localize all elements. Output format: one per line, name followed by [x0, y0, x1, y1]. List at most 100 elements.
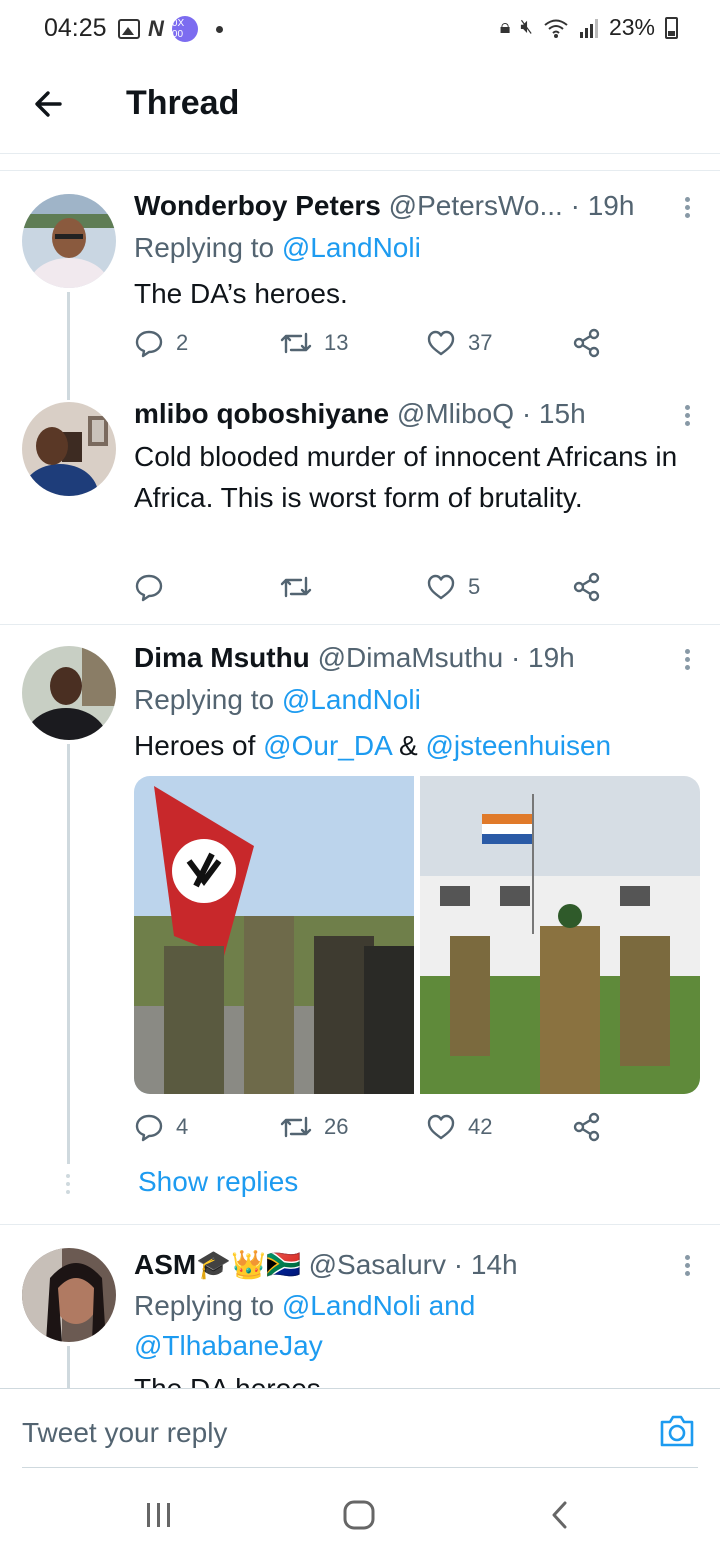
- reply-input[interactable]: Tweet your reply: [22, 1417, 227, 1449]
- home-icon[interactable]: [342, 1500, 376, 1530]
- replying-prefix: Replying to: [134, 232, 282, 263]
- mention-link[interactable]: @LandNoli and: [282, 1290, 475, 1321]
- tweet-header: Wonderboy Peters @PetersWo... · 19h: [134, 190, 660, 222]
- like-button[interactable]: 5: [426, 572, 480, 602]
- camera-icon[interactable]: [658, 1413, 696, 1449]
- app-header: Thread: [0, 60, 720, 154]
- tweet-header: mlibo qoboshiyane @MliboQ · 15h: [134, 398, 660, 430]
- more-options-icon[interactable]: [682, 194, 692, 221]
- media-image-2[interactable]: [420, 776, 700, 1094]
- reply-button[interactable]: 4: [134, 1112, 188, 1142]
- avatar[interactable]: [22, 194, 116, 288]
- share-icon: [573, 328, 600, 358]
- tweet-text-mid: &: [391, 730, 426, 761]
- display-name[interactable]: mlibo qoboshiyane: [134, 398, 389, 429]
- share-button[interactable]: [572, 328, 602, 358]
- tweet-actions: 4 26 42: [134, 1112, 614, 1148]
- reply-count: 2: [176, 330, 189, 355]
- back-nav-icon[interactable]: [548, 1500, 572, 1530]
- like-count: 37: [468, 330, 493, 355]
- retweet-button[interactable]: 26: [280, 1112, 348, 1142]
- tweet-text-prefix: Heroes of: [134, 730, 264, 761]
- reply-icon: [135, 574, 163, 602]
- divider: [0, 170, 720, 171]
- page-title: Thread: [126, 84, 240, 122]
- display-name[interactable]: Dima Msuthu: [134, 642, 310, 673]
- username[interactable]: @PetersWo...: [389, 190, 563, 221]
- battery-icon: [665, 16, 678, 39]
- timestamp: · 14h: [453, 1249, 518, 1280]
- retweet-count: 13: [324, 330, 349, 355]
- share-button[interactable]: [572, 1112, 602, 1142]
- username[interactable]: @Sasalurv: [309, 1249, 446, 1280]
- tweet-text: Cold blooded murder of innocent Africans…: [134, 441, 678, 513]
- mention-link[interactable]: @LandNoli: [282, 684, 421, 715]
- mention-link[interactable]: @LandNoli: [282, 232, 421, 263]
- reply-composer: Tweet your reply: [0, 1388, 720, 1470]
- display-name[interactable]: Wonderboy Peters: [134, 190, 381, 221]
- timestamp: · 19h: [570, 190, 635, 221]
- tweet-text: Heroes of @Our_DA & @jsteenhuisen: [134, 725, 680, 766]
- reply-button[interactable]: [134, 572, 176, 602]
- avatar[interactable]: [22, 646, 116, 740]
- wifi-icon: [544, 19, 568, 38]
- reply-icon: [135, 1114, 163, 1142]
- display-name[interactable]: ASM: [134, 1249, 196, 1280]
- username[interactable]: @MliboQ: [397, 398, 514, 429]
- avatar[interactable]: [22, 402, 116, 496]
- status-notification-icons: N 0X 00: [118, 16, 223, 42]
- lock-icon: 🔒︎: [499, 16, 511, 38]
- replying-to: Replying to @LandNoli: [134, 228, 421, 268]
- system-nav-bar: [0, 1470, 720, 1560]
- more-options-icon[interactable]: [682, 646, 692, 673]
- app-badge-icon: 0X 00: [171, 16, 198, 42]
- username[interactable]: @DimaMsuthu: [318, 642, 504, 673]
- media-image-1[interactable]: [134, 776, 414, 1094]
- n-app-icon: N: [148, 16, 164, 41]
- status-system-icons: 🔒︎ 🔇︎ 23%: [500, 14, 678, 41]
- like-button[interactable]: 42: [426, 1112, 492, 1142]
- share-icon: [573, 572, 600, 602]
- replying-to: Replying to @LandNoli: [134, 680, 421, 720]
- mention-link[interactable]: @Our_DA: [263, 730, 391, 761]
- divider: [0, 624, 720, 625]
- retweet-button[interactable]: [280, 572, 324, 602]
- retweet-icon: [280, 1116, 312, 1138]
- retweet-button[interactable]: 13: [280, 328, 348, 358]
- share-icon: [573, 1112, 600, 1142]
- mention-link[interactable]: @jsteenhuisen: [425, 730, 611, 761]
- show-replies-link[interactable]: Show replies: [138, 1166, 298, 1198]
- back-button[interactable]: [30, 84, 70, 124]
- signal-icon: [579, 18, 598, 38]
- thread-line: [67, 292, 70, 400]
- battery-percent: 23%: [608, 14, 655, 40]
- gallery-icon: [118, 19, 140, 39]
- reply-button[interactable]: 2: [134, 328, 188, 358]
- retweet-count: 26: [324, 1114, 349, 1139]
- recent-apps-icon[interactable]: [144, 1500, 174, 1530]
- tweet-media: [134, 776, 700, 1094]
- replying-prefix: Replying to: [134, 1290, 282, 1321]
- divider: [0, 1224, 720, 1225]
- tweet-actions: 2 13 37: [134, 328, 614, 364]
- name-emoji: 🎓👑🇿🇦: [196, 1249, 301, 1280]
- tweet-actions: 5: [134, 572, 614, 608]
- more-options-icon[interactable]: [682, 1252, 692, 1279]
- mention-link[interactable]: @TlhabaneJay: [134, 1330, 323, 1361]
- thread-line: [67, 1346, 70, 1388]
- divider: [22, 1467, 698, 1468]
- status-time: 04:25: [44, 14, 107, 42]
- like-button[interactable]: 37: [426, 328, 492, 358]
- reply-icon: [135, 330, 163, 358]
- more-options-icon[interactable]: [682, 402, 692, 429]
- share-button[interactable]: [572, 572, 602, 602]
- avatar[interactable]: [22, 1248, 116, 1342]
- timestamp: · 19h: [510, 642, 575, 673]
- heart-icon: [427, 330, 455, 356]
- retweet-icon: [280, 576, 312, 598]
- tweet-header: Dima Msuthu @DimaMsuthu · 19h: [134, 642, 660, 674]
- tweet-text: The DA’s heroes.: [134, 278, 348, 309]
- heart-icon: [427, 574, 455, 600]
- thread-dots: [66, 1174, 70, 1198]
- reply-count: 4: [176, 1114, 189, 1139]
